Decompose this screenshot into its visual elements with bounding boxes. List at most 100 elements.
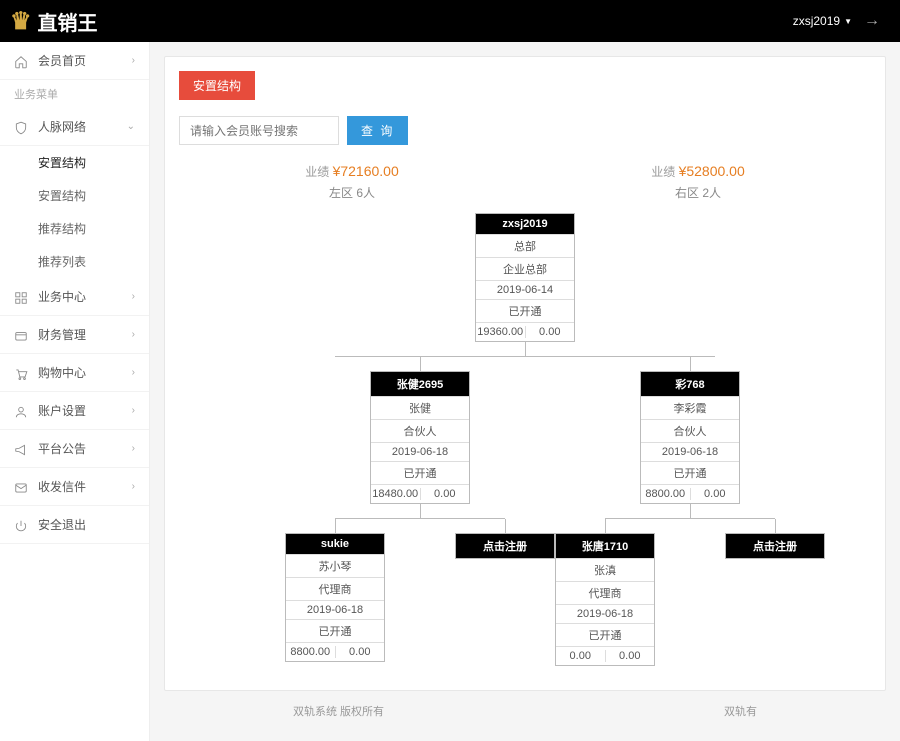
- chevron-right-icon: ›: [132, 443, 135, 454]
- user-menu[interactable]: zxsj2019 ▼ →: [793, 12, 880, 30]
- search-button[interactable]: 查 询: [347, 116, 408, 145]
- chevron-right-icon: ›: [132, 405, 135, 416]
- connector-vertical: [690, 357, 691, 371]
- chevron-right-icon: ›: [132, 329, 135, 340]
- nav-category: 业务菜单: [0, 80, 149, 108]
- empty-register-label: 点击注册: [726, 534, 824, 558]
- search-input[interactable]: [179, 116, 339, 145]
- power-icon: [14, 516, 30, 532]
- connector-vertical: [775, 519, 776, 533]
- tree-node-rr-empty[interactable]: 点击注册: [725, 533, 825, 559]
- brand-text: 直销王: [38, 7, 98, 36]
- app-header: ♛ 直销王 zxsj2019 ▼ →: [0, 0, 900, 42]
- node-role: 张滇: [556, 558, 654, 581]
- chevron-down-icon: ⌄: [127, 121, 135, 132]
- chevron-right-icon: ›: [132, 55, 135, 66]
- nav-label: 平台公告: [38, 440, 86, 457]
- node-date: 2019-06-18: [286, 600, 384, 619]
- connector-vertical: [525, 342, 526, 356]
- node-values: 8800.000.00: [641, 484, 739, 503]
- nav-label: 账户设置: [38, 402, 86, 419]
- tree-node-rl[interactable]: 张唐1710张滇代理商2019-06-18已开通0.000.00: [555, 533, 655, 666]
- right-count: 右区 2人: [525, 184, 871, 201]
- node-role: 李彩霞: [641, 396, 739, 419]
- user-name: zxsj2019: [793, 14, 840, 28]
- nav-business[interactable]: 业务中心 ›: [0, 278, 149, 316]
- stats-row: 业绩 ¥72160.00 左区 6人 业绩 ¥52800.00 右区 2人: [179, 163, 871, 201]
- node-header: 彩768: [641, 372, 739, 396]
- node-header: 张健2695: [371, 372, 469, 396]
- connector-vertical: [420, 357, 421, 371]
- nav-label: 人脉网络: [38, 118, 86, 135]
- sub-recommend-structure[interactable]: 推荐结构: [0, 212, 149, 245]
- node-role: 苏小琴: [286, 554, 384, 577]
- chevron-right-icon: ›: [132, 291, 135, 302]
- left-zone-stat: 业绩 ¥72160.00 左区 6人: [179, 163, 525, 201]
- nav-mail[interactable]: 收发信件 ›: [0, 468, 149, 506]
- nav-network[interactable]: 人脉网络 ⌄: [0, 108, 149, 146]
- footer: 双轨系统 版权所有 双轨有: [164, 691, 886, 727]
- left-amount: ¥72160.00: [333, 163, 399, 179]
- node-values: 19360.000.00: [476, 322, 574, 341]
- sub-place-structure-2[interactable]: 安置结构: [0, 179, 149, 212]
- nav-home[interactable]: 会员首页 ›: [0, 42, 149, 80]
- tree-node-right[interactable]: 彩768李彩霞合伙人2019-06-18已开通8800.000.00: [640, 371, 740, 504]
- node-level: 代理商: [286, 577, 384, 600]
- mail-icon: [14, 478, 30, 494]
- left-count: 左区 6人: [179, 184, 525, 201]
- nav-label: 业务中心: [38, 288, 86, 305]
- home-icon: [14, 52, 30, 68]
- node-status: 已开通: [556, 623, 654, 646]
- nav-label: 安全退出: [38, 516, 86, 533]
- main-card: 安置结构 查 询 业绩 ¥72160.00 左区 6人 业绩 ¥52800.00…: [164, 56, 886, 691]
- nav-notice[interactable]: 平台公告 ›: [0, 430, 149, 468]
- empty-register-label: 点击注册: [456, 534, 554, 558]
- connector-vertical: [420, 504, 421, 518]
- nav-account[interactable]: 账户设置 ›: [0, 392, 149, 430]
- node-date: 2019-06-18: [371, 442, 469, 461]
- grid-icon: [14, 288, 30, 304]
- connector-vertical: [505, 519, 506, 533]
- nav-label: 财务管理: [38, 326, 86, 343]
- chevron-right-icon: ›: [132, 481, 135, 492]
- node-level: 合伙人: [371, 419, 469, 442]
- connector-vertical: [690, 504, 691, 518]
- node-date: 2019-06-14: [476, 280, 574, 299]
- nav-finance[interactable]: 财务管理 ›: [0, 316, 149, 354]
- user-icon: [14, 402, 30, 418]
- caret-down-icon: ▼: [844, 17, 852, 26]
- shield-icon: [14, 118, 30, 134]
- nav-shop[interactable]: 购物中心 ›: [0, 354, 149, 392]
- sub-place-structure-1[interactable]: 安置结构: [0, 146, 149, 179]
- node-status: 已开通: [641, 461, 739, 484]
- chevron-right-icon: ›: [132, 367, 135, 378]
- sub-recommend-list[interactable]: 推荐列表: [0, 245, 149, 278]
- node-date: 2019-06-18: [641, 442, 739, 461]
- tree-node-lr-empty[interactable]: 点击注册: [455, 533, 555, 559]
- node-header: zxsj2019: [476, 214, 574, 234]
- connector-vertical: [605, 519, 606, 533]
- tree-node-ll[interactable]: sukie苏小琴代理商2019-06-18已开通8800.000.00: [285, 533, 385, 662]
- node-role: 张健: [371, 396, 469, 419]
- tree-node-root[interactable]: zxsj2019总部企业总部2019-06-14已开通19360.000.00: [475, 213, 575, 342]
- connector-vertical: [335, 519, 336, 533]
- node-header: sukie: [286, 534, 384, 554]
- node-header: 张唐1710: [556, 534, 654, 558]
- node-date: 2019-06-18: [556, 604, 654, 623]
- footer-copyright: 双轨系统 版权所有: [293, 703, 384, 719]
- nav-label: 购物中心: [38, 364, 86, 381]
- nav-label: 会员首页: [38, 52, 86, 69]
- wallet-icon: [14, 326, 30, 342]
- node-values: 0.000.00: [556, 646, 654, 665]
- node-level: 代理商: [556, 581, 654, 604]
- right-zone-stat: 业绩 ¥52800.00 右区 2人: [525, 163, 871, 201]
- cart-icon: [14, 364, 30, 380]
- nav-exit[interactable]: 安全退出: [0, 506, 149, 544]
- tree-container: zxsj2019总部企业总部2019-06-14已开通19360.000.00张…: [179, 213, 871, 676]
- brand-logo: ♛ 直销王: [10, 7, 98, 36]
- node-role: 总部: [476, 234, 574, 257]
- structure-title-button[interactable]: 安置结构: [179, 71, 255, 100]
- main-content: 安置结构 查 询 业绩 ¥72160.00 左区 6人 业绩 ¥52800.00…: [150, 42, 900, 741]
- tree-node-left[interactable]: 张健2695张健合伙人2019-06-18已开通18480.000.00: [370, 371, 470, 504]
- node-values: 18480.000.00: [371, 484, 469, 503]
